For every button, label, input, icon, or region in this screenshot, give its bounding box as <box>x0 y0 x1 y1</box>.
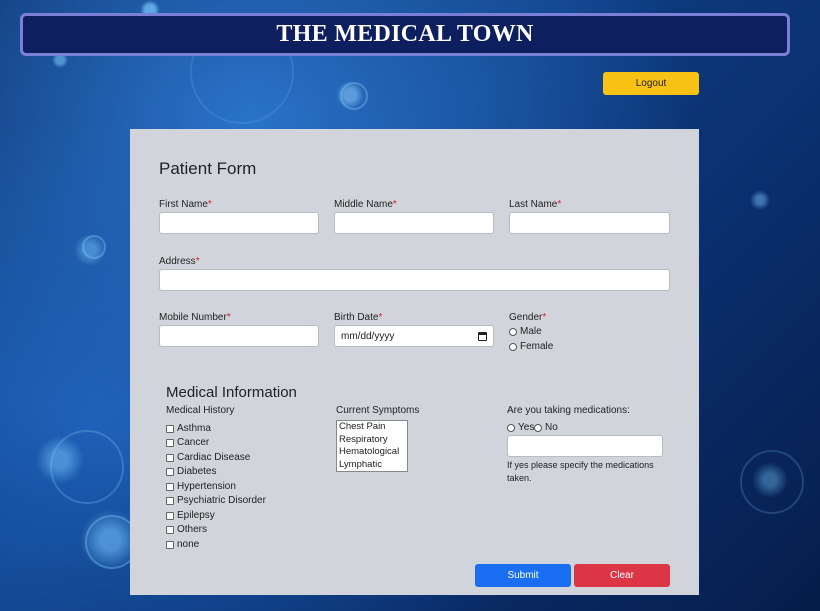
medical-history-checkbox-row[interactable]: Psychiatric Disorder <box>166 495 266 506</box>
gender-radio-female[interactable]: Female <box>509 341 553 352</box>
checkbox[interactable] <box>166 525 174 534</box>
middle-name-label-text: Middle Name <box>334 199 393 210</box>
last-name-label-text: Last Name <box>509 199 558 210</box>
symptom-option[interactable]: Hematological <box>337 446 407 459</box>
birth-date-placeholder: mm/dd/yyyy <box>341 330 395 342</box>
medical-history-checkbox-row[interactable]: Diabetes <box>166 466 216 477</box>
address-label: Address* <box>159 256 200 267</box>
checkbox[interactable] <box>166 424 174 433</box>
background-bubble <box>340 82 368 110</box>
required-mark: * <box>542 312 547 323</box>
medical-history-item-label: Asthma <box>177 423 211 434</box>
medical-history-checkbox-row[interactable]: Cardiac Disease <box>166 452 250 463</box>
medications-label: Are you taking medications: <box>507 405 630 416</box>
radio-button[interactable] <box>509 327 517 336</box>
radio-button[interactable] <box>507 423 515 432</box>
medications-option-label: Yes <box>518 422 535 433</box>
medications-radio-no[interactable]: No <box>534 422 558 433</box>
required-mark: * <box>557 199 562 210</box>
medical-history-checkbox-row[interactable]: Others <box>166 524 207 535</box>
medical-history-checkbox-row[interactable]: Asthma <box>166 423 211 434</box>
logout-button[interactable]: Logout <box>603 72 699 95</box>
radio-button[interactable] <box>509 342 517 351</box>
required-mark: * <box>392 199 397 210</box>
checkbox[interactable] <box>166 438 174 447</box>
address-input[interactable] <box>159 269 670 291</box>
birth-date-input[interactable]: mm/dd/yyyy <box>334 325 494 347</box>
medical-history-checkbox-row[interactable]: Hypertension <box>166 481 236 492</box>
current-symptoms-select[interactable]: Chest Pain Respiratory Hematological Lym… <box>336 420 408 472</box>
symptom-option[interactable]: Chest Pain <box>337 421 407 434</box>
mobile-number-label: Mobile Number* <box>159 312 231 323</box>
birth-date-label-text: Birth Date <box>334 312 379 323</box>
medications-input[interactable] <box>507 435 663 457</box>
medical-history-item-label: Cardiac Disease <box>177 452 251 463</box>
gender-radio-male[interactable]: Male <box>509 326 542 337</box>
checkbox[interactable] <box>166 453 174 462</box>
last-name-label: Last Name* <box>509 199 561 210</box>
middle-name-input[interactable] <box>334 212 494 234</box>
background-bubble <box>82 235 106 259</box>
checkbox[interactable] <box>166 482 174 491</box>
required-mark: * <box>207 199 212 210</box>
radio-button[interactable] <box>534 423 542 432</box>
checkbox[interactable] <box>166 540 174 549</box>
checkbox[interactable] <box>166 496 174 505</box>
checkbox[interactable] <box>166 511 174 520</box>
birth-date-label: Birth Date* <box>334 312 382 323</box>
gender-option-label: Male <box>520 326 542 337</box>
submit-button[interactable]: Submit <box>475 564 571 587</box>
middle-name-label: Middle Name* <box>334 199 397 210</box>
medical-history-item-label: Psychiatric Disorder <box>177 495 266 506</box>
first-name-label: First Name* <box>159 199 212 210</box>
required-mark: * <box>378 312 383 323</box>
gender-label: Gender* <box>509 312 546 323</box>
clear-button[interactable]: Clear <box>574 564 670 587</box>
required-mark: * <box>226 312 231 323</box>
medications-hint: If yes please specify the medications ta… <box>507 460 654 483</box>
required-mark: * <box>195 256 200 267</box>
calendar-icon[interactable] <box>478 331 487 341</box>
symptom-option[interactable]: Lymphatic <box>337 459 407 472</box>
medications-option-label: No <box>545 422 558 433</box>
medical-history-item-label: none <box>177 539 200 550</box>
symptom-option[interactable]: Respiratory <box>337 434 407 447</box>
mobile-number-input[interactable] <box>159 325 319 347</box>
site-title: THE MEDICAL TOWN <box>276 21 534 47</box>
medical-history-item-label: Epilepsy <box>177 510 215 521</box>
medical-history-item-label: Cancer <box>177 437 210 448</box>
medical-history-checkbox-row[interactable]: Epilepsy <box>166 510 215 521</box>
gender-label-text: Gender <box>509 312 543 323</box>
medical-history-checkbox-row[interactable]: Cancer <box>166 437 209 448</box>
medical-history-label: Medical History <box>166 405 235 416</box>
address-label-text: Address <box>159 256 196 267</box>
form-title: Patient Form <box>159 159 257 178</box>
first-name-input[interactable] <box>159 212 319 234</box>
medical-history-item-label: Hypertension <box>177 481 236 492</box>
background-bubble <box>50 430 124 504</box>
background-bubble <box>740 450 804 514</box>
medications-radio-yes[interactable]: Yes <box>507 422 534 433</box>
first-name-label-text: First Name <box>159 199 208 210</box>
header-banner: THE MEDICAL TOWN <box>20 13 790 56</box>
checkbox[interactable] <box>166 467 174 476</box>
medical-history-checkbox-row[interactable]: none <box>166 539 199 550</box>
patient-form-panel: Patient Form First Name* Middle Name* La… <box>130 129 699 595</box>
current-symptoms-label: Current Symptoms <box>336 405 420 416</box>
medical-history-item-label: Diabetes <box>177 466 217 477</box>
medical-info-title: Medical Information <box>166 384 297 401</box>
last-name-input[interactable] <box>509 212 670 234</box>
mobile-number-label-text: Mobile Number <box>159 312 227 323</box>
medical-history-item-label: Others <box>177 524 208 535</box>
gender-option-label: Female <box>520 341 554 352</box>
